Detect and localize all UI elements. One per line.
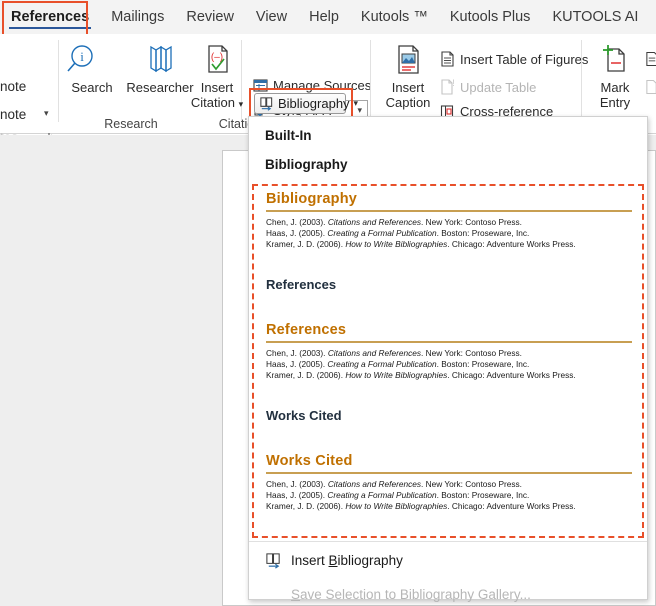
tab-references[interactable]: References bbox=[0, 0, 101, 34]
heading-rule bbox=[266, 472, 632, 474]
insert-bibliography-menu-item[interactable]: Insert Bibliography bbox=[249, 545, 647, 575]
reference-list: Chen, J. (2003). Citations and Reference… bbox=[260, 217, 638, 259]
tab-kutools-plus[interactable]: Kutools Plus bbox=[439, 0, 542, 34]
word-window: References Mailings Review View Help Kut… bbox=[0, 0, 656, 606]
tab-kutools-ai[interactable]: KUTOOLS AI bbox=[541, 0, 649, 34]
insert-caption-label-2: Caption bbox=[385, 95, 431, 110]
insert-table-of-figures-button[interactable]: Insert Table of Figures bbox=[440, 51, 588, 67]
tab-view[interactable]: View bbox=[245, 0, 298, 34]
reference-entry: Kramer, J. D. (2006). How to Write Bibli… bbox=[266, 369, 576, 380]
manage-sources-button[interactable]: Manage Sources bbox=[253, 78, 371, 93]
reference-entry: Chen, J. (2003). Citations and Reference… bbox=[266, 347, 522, 358]
gallery-item-works-cited-plain[interactable]: Works Cited bbox=[250, 399, 648, 447]
group-separator bbox=[370, 40, 371, 122]
gallery-heading: Works Cited bbox=[266, 408, 342, 423]
reference-entry: Haas, J. (2005). Creating a Formal Publi… bbox=[266, 227, 530, 238]
update-table-button: ! Update Table bbox=[440, 79, 536, 95]
chevron-down-icon[interactable]: ▾ bbox=[44, 108, 49, 119]
gallery-heading: References bbox=[266, 322, 347, 338]
gallery-heading: References bbox=[266, 277, 337, 292]
gallery-item-references[interactable]: References Chen, J. (2003). Citations an… bbox=[250, 316, 648, 399]
update-index-button[interactable] bbox=[645, 79, 656, 95]
dropdown-section-built-in: Built-In bbox=[265, 128, 312, 143]
search-button[interactable]: i Search bbox=[60, 43, 124, 95]
insert-citation-button[interactable]: (–) Insert Citation ▾ bbox=[184, 43, 250, 112]
insert-table-of-figures-label: Insert Table of Figures bbox=[460, 51, 589, 67]
reference-list: Chen, J. (2003). Citations and Reference… bbox=[260, 479, 638, 521]
group-separator bbox=[58, 40, 59, 122]
group-separator bbox=[581, 40, 582, 122]
tab-review[interactable]: Review bbox=[175, 0, 245, 34]
insert-endnote-label-clipped[interactable]: note bbox=[0, 107, 26, 122]
gallery-heading: Works Cited bbox=[266, 453, 353, 469]
mark-entry-button[interactable]: Mark Entry bbox=[589, 43, 641, 110]
tab-kutools[interactable]: Kutools ™ bbox=[350, 0, 439, 34]
gallery-item-bibliography[interactable]: Bibliography Chen, J. (2003). Citations … bbox=[250, 185, 648, 268]
tab-mailings[interactable]: Mailings bbox=[100, 0, 175, 34]
insert-citation-icon: (–) bbox=[184, 43, 250, 77]
manage-sources-icon bbox=[253, 78, 268, 93]
insert-index-icon bbox=[645, 51, 656, 67]
reference-entry: Haas, J. (2005). Creating a Formal Publi… bbox=[266, 489, 530, 500]
heading-rule bbox=[266, 341, 632, 343]
insert-citation-label-2: Citation ▾ bbox=[190, 95, 244, 110]
svg-text:i: i bbox=[80, 49, 84, 64]
chevron-down-icon[interactable]: ▾ bbox=[354, 98, 359, 109]
mark-entry-label-1: Mark bbox=[600, 80, 630, 95]
gallery-item-references-plain[interactable]: References bbox=[250, 268, 648, 316]
search-icon: i bbox=[60, 43, 124, 77]
insert-caption-icon bbox=[377, 43, 439, 77]
bibliography-button[interactable]: Bibliography ▾ bbox=[254, 93, 358, 114]
reference-entry: Kramer, J. D. (2006). How to Write Bibli… bbox=[266, 500, 576, 511]
manage-sources-label: Manage Sources bbox=[273, 78, 372, 93]
bibliography-gallery: Bibliography Chen, J. (2003). Citations … bbox=[250, 185, 648, 530]
menu-divider bbox=[249, 541, 647, 542]
bibliography-icon bbox=[259, 96, 274, 111]
insert-index-button[interactable] bbox=[645, 51, 656, 67]
research-group-label: Research bbox=[104, 117, 158, 131]
reference-entry: Haas, J. (2005). Creating a Formal Publi… bbox=[266, 358, 530, 369]
insert-caption-label-1: Insert bbox=[391, 80, 425, 95]
save-selection-label: Save Selection to Bibliography Gallery..… bbox=[291, 586, 531, 602]
update-index-icon bbox=[645, 79, 656, 95]
mark-entry-label-2: Entry bbox=[599, 95, 631, 110]
insert-bibliography-label: Insert Bibliography bbox=[291, 552, 403, 568]
mark-entry-icon bbox=[589, 43, 641, 77]
tab-help[interactable]: Help bbox=[298, 0, 350, 34]
bibliography-button-label: Bibliography bbox=[278, 96, 350, 111]
chevron-down-icon[interactable]: ▾ bbox=[239, 99, 244, 109]
reference-list: Chen, J. (2003). Citations and Reference… bbox=[260, 348, 638, 390]
insert-caption-button[interactable]: Insert Caption bbox=[377, 43, 439, 110]
gallery-item-works-cited[interactable]: Works Cited Chen, J. (2003). Citations a… bbox=[250, 447, 648, 530]
search-label: Search bbox=[71, 80, 113, 95]
insert-bibliography-icon bbox=[265, 552, 282, 569]
dropdown-section-bibliography: Bibliography bbox=[265, 157, 348, 172]
gallery-heading: Bibliography bbox=[266, 191, 358, 207]
save-selection-menu-item: Save Selection to Bibliography Gallery..… bbox=[249, 579, 647, 606]
update-table-icon: ! bbox=[440, 79, 455, 95]
heading-rule bbox=[266, 210, 632, 212]
update-table-label: Update Table bbox=[460, 79, 537, 95]
insert-footnote-label-clipped[interactable]: note bbox=[0, 79, 26, 94]
svg-text:!: ! bbox=[452, 79, 455, 88]
bibliography-dropdown-menu: Built-In Bibliography Bibliography Chen,… bbox=[248, 116, 648, 602]
reference-entry: Chen, J. (2003). Citations and Reference… bbox=[266, 478, 522, 489]
ribbon-tab-bar: References Mailings Review View Help Kut… bbox=[0, 0, 656, 34]
reference-entry: Chen, J. (2003). Citations and Reference… bbox=[266, 216, 522, 227]
table-of-figures-icon bbox=[440, 51, 455, 67]
insert-citation-label-1: Insert bbox=[200, 80, 234, 95]
chevron-down-icon[interactable]: ▾ bbox=[357, 105, 362, 116]
reference-entry: Kramer, J. D. (2006). How to Write Bibli… bbox=[266, 238, 576, 249]
